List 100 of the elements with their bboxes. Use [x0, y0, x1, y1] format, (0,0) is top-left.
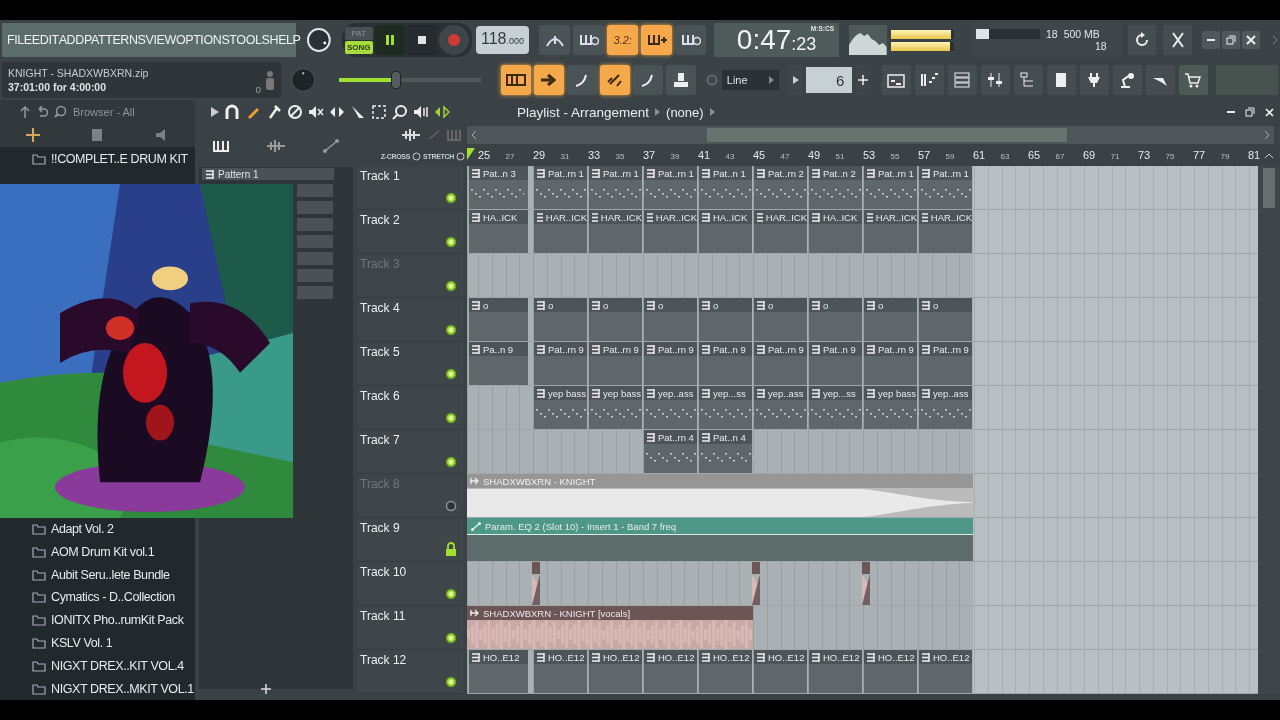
pattern-clip[interactable]: Pat..n 9 [699, 342, 752, 385]
folder-item[interactable]: NIGXT DREX..KIT VOL.4 [0, 654, 195, 678]
snap-dropdown[interactable]: Line [721, 70, 780, 90]
pattern-clip[interactable]: Pat..n 4 [699, 430, 752, 473]
pattern-clip[interactable]: HO..E12 [644, 650, 697, 693]
polyphony-count: 18 [1046, 28, 1058, 40]
pattern-clip[interactable]: Pat..rn 1 [589, 166, 642, 209]
pattern-clip[interactable]: Pat..rn 9 [864, 342, 917, 385]
toggle-button[interactable]: 3.2: [607, 25, 639, 55]
folder-item[interactable]: KSLV Vol. 1 [0, 631, 195, 655]
folder-item[interactable]: Adapt Vol. 2 [0, 517, 195, 541]
pattern-clip[interactable]: HO..E12 [864, 650, 917, 693]
track-lane[interactable]: o o o o o o o o o [467, 298, 1258, 342]
pattern-clip[interactable]: yep..ass [644, 386, 697, 429]
pattern-clip[interactable]: o [919, 298, 972, 341]
pattern-clip[interactable]: yep..ass [919, 386, 972, 429]
track-header[interactable]: Track 10 [357, 562, 463, 606]
track-header[interactable]: Track 11 [357, 606, 463, 650]
pattern-clip[interactable]: HO..E12 [919, 650, 972, 693]
tempo-display[interactable]: 118.000 [475, 26, 530, 54]
pattern-clip[interactable]: o [864, 298, 917, 341]
folder-item[interactable]: AOM Drum Kit vol.1 [0, 540, 195, 564]
pattern-clip[interactable]: Pat..n 9 [809, 342, 862, 385]
pattern-clip[interactable]: yep...ss [809, 386, 862, 429]
pattern-item[interactable]: Pattern 1 [202, 168, 334, 180]
pattern-clip[interactable]: Pat..rn 9 [919, 342, 972, 385]
folder-item[interactable]: Aubit Seru..lete Bundle [0, 563, 195, 586]
pattern-clip[interactable]: Pat..rn 1 [919, 166, 972, 209]
pattern-clip[interactable]: Pat..rn 1 [864, 166, 917, 209]
pattern-clip[interactable]: Pat..rn 2 [754, 166, 807, 209]
pattern-clip[interactable]: HA..ICK [809, 210, 862, 253]
track-header[interactable]: Track 2 [357, 210, 463, 254]
pattern-clip[interactable]: HO..E12 [534, 650, 587, 693]
pattern-clip[interactable]: HO..E12 [809, 650, 862, 693]
track-header[interactable]: Track 9 [357, 518, 463, 562]
track-header[interactable]: Track 7 [357, 430, 463, 474]
track-lane[interactable]: HO..E12 HO..E12 HO..E12 HO..E12 HO..E12 HO..E12 HO..E12 HO..E12 HO..E12 [467, 650, 1258, 694]
track-lane[interactable]: Pat..rn 4 Pat..n 4 [467, 430, 1258, 474]
pattern-clip[interactable]: Pat..n 2 [809, 166, 862, 209]
pattern-clip[interactable]: yep bass [589, 386, 642, 429]
track-header[interactable]: Track 5 [357, 342, 463, 386]
pattern-clip[interactable]: Pat..rn 4 [644, 430, 697, 473]
pattern-clip[interactable]: Pat..rn 1 [534, 166, 587, 209]
pattern-clip[interactable]: HO..E12 [469, 650, 528, 693]
menu-item[interactable]: OPTIONS [175, 33, 230, 47]
pattern-selector[interactable]: (none) [666, 104, 704, 120]
pattern-clip[interactable]: Pat..n 3 [469, 166, 528, 209]
pattern-clip[interactable]: o [809, 298, 862, 341]
pattern-clip[interactable]: Pat..rn 9 [754, 342, 807, 385]
pattern-clip[interactable]: HAR..ICK [864, 210, 917, 253]
pattern-clip[interactable]: HAR..ICK [644, 210, 697, 253]
menu-item[interactable]: ADD [58, 33, 84, 47]
pattern-clip[interactable]: yep bass [864, 386, 917, 429]
pattern-clip[interactable]: o [534, 298, 587, 341]
folder-item[interactable]: IONITX Pho..rumKit Pack [0, 608, 195, 632]
menu-item[interactable]: EDIT [31, 33, 59, 47]
pattern-clip[interactable]: HO..E12 [699, 650, 752, 693]
pattern-clip[interactable]: Pat..rn 9 [644, 342, 697, 385]
pattern-clip[interactable]: o [469, 298, 528, 341]
pattern-clip[interactable]: HO..E12 [589, 650, 642, 693]
pattern-clip[interactable]: HA..ICK [469, 210, 528, 253]
pattern-clip[interactable]: yep bass [534, 386, 587, 429]
pattern-clip[interactable]: HO..E12 [754, 650, 807, 693]
menu-item[interactable]: HELP [269, 33, 301, 47]
mode-button[interactable]: SONG [344, 40, 373, 54]
track-header[interactable]: Track 6 [357, 386, 463, 430]
step-field[interactable]: 6 [806, 67, 853, 93]
pattern-clip[interactable]: HAR..ICK [534, 210, 587, 253]
pattern-clip[interactable]: HAR..ICK [919, 210, 972, 253]
audio-clip[interactable]: SHADXWBXRN - KNIGHT [vocals] [467, 606, 753, 649]
pattern-clip[interactable]: Pat..n 1 [699, 166, 752, 209]
track-lane[interactable]: SHADXWBXRN - KNIGHT [vocals] [467, 606, 1258, 650]
menu-item[interactable]: VIEW [145, 33, 176, 47]
track-header[interactable]: Track 12 [357, 650, 463, 694]
pattern-clip[interactable]: o [589, 298, 642, 341]
menu-item[interactable]: FILE [7, 33, 32, 47]
pattern-clip[interactable]: yep...ss [699, 386, 752, 429]
folder-item[interactable]: Cymatics - D..Collection [0, 586, 195, 609]
pattern-clip[interactable]: HA..ICK [699, 210, 752, 253]
menu-item[interactable]: PATTERNS [83, 33, 146, 47]
menu-item[interactable]: TOOLS [229, 33, 270, 47]
track-header[interactable]: Track 1 [357, 166, 463, 210]
pattern-clip[interactable]: Pat..rn 9 [589, 342, 642, 385]
folder-item[interactable]: NIGXT DREX..MKIT VOL.1 [0, 677, 195, 700]
pattern-clip[interactable]: Pa..n 9 [469, 342, 528, 385]
track-lane[interactable]: HA..ICK HAR..ICK HAR..ICK HAR..ICK HA..ICK HAR..ICK HA..ICK HAR..ICK HAR..ICK [467, 210, 1258, 254]
pattern-clip[interactable]: Pat..rn 1 [644, 166, 697, 209]
pattern-clip[interactable]: Pat..rn 9 [534, 342, 587, 385]
pattern-clip[interactable]: yep..ass [754, 386, 807, 429]
pattern-clip[interactable]: o [699, 298, 752, 341]
pattern-clip[interactable]: o [644, 298, 697, 341]
pattern-clip[interactable]: HAR..ICK [589, 210, 642, 253]
track-header[interactable]: Track 4 [357, 298, 463, 342]
folder-item[interactable]: !!COMPLET..E DRUM KIT [0, 147, 195, 171]
browser-title[interactable]: Browser - All [73, 105, 135, 118]
pattern-clip[interactable]: HAR..ICK [754, 210, 807, 253]
track-lane[interactable]: Pa..n 9 Pat..rn 9 Pat..rn 9 Pat..rn 9 Pat..n 9 Pat..rn 9 Pat..n 9 Pat..rn 9 Pat..rn 9 [467, 342, 1258, 386]
pattern-clip[interactable]: o [754, 298, 807, 341]
track-lane[interactable]: yep bass yep bass yep..ass yep...ss yep..ass yep...ss yep bass yep..ass [467, 386, 1258, 430]
track-lane[interactable]: Pat..n 3 Pat..rn 1 Pat..rn 1 Pat..rn 1 Pat..n 1 Pat..rn 2 Pat..n 2 Pat..rn 1 Pat..rn 1 [467, 166, 1258, 210]
